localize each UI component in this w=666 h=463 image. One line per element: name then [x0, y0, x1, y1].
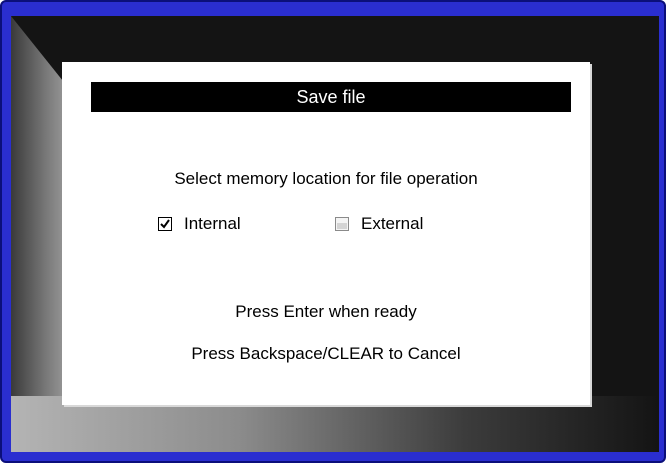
dialog-title: Save file	[91, 82, 571, 112]
save-file-dialog: Save file Select memory location for fil…	[62, 62, 590, 405]
enter-instruction: Press Enter when ready	[235, 302, 417, 321]
external-checkbox[interactable]	[335, 217, 349, 231]
internal-label: Internal	[184, 214, 241, 233]
checkmark-icon	[160, 219, 170, 229]
unchecked-box-icon	[337, 223, 347, 229]
internal-checkbox[interactable]	[158, 217, 172, 231]
device-frame: Save file Select memory location for fil…	[0, 0, 666, 463]
device-screen: Save file Select memory location for fil…	[11, 16, 659, 452]
cancel-instruction: Press Backspace/CLEAR to Cancel	[191, 344, 461, 363]
external-option[interactable]: External	[335, 212, 423, 236]
external-label: External	[361, 214, 424, 233]
internal-option[interactable]: Internal	[158, 212, 241, 236]
memory-location-prompt: Select memory location for file operatio…	[174, 169, 478, 188]
